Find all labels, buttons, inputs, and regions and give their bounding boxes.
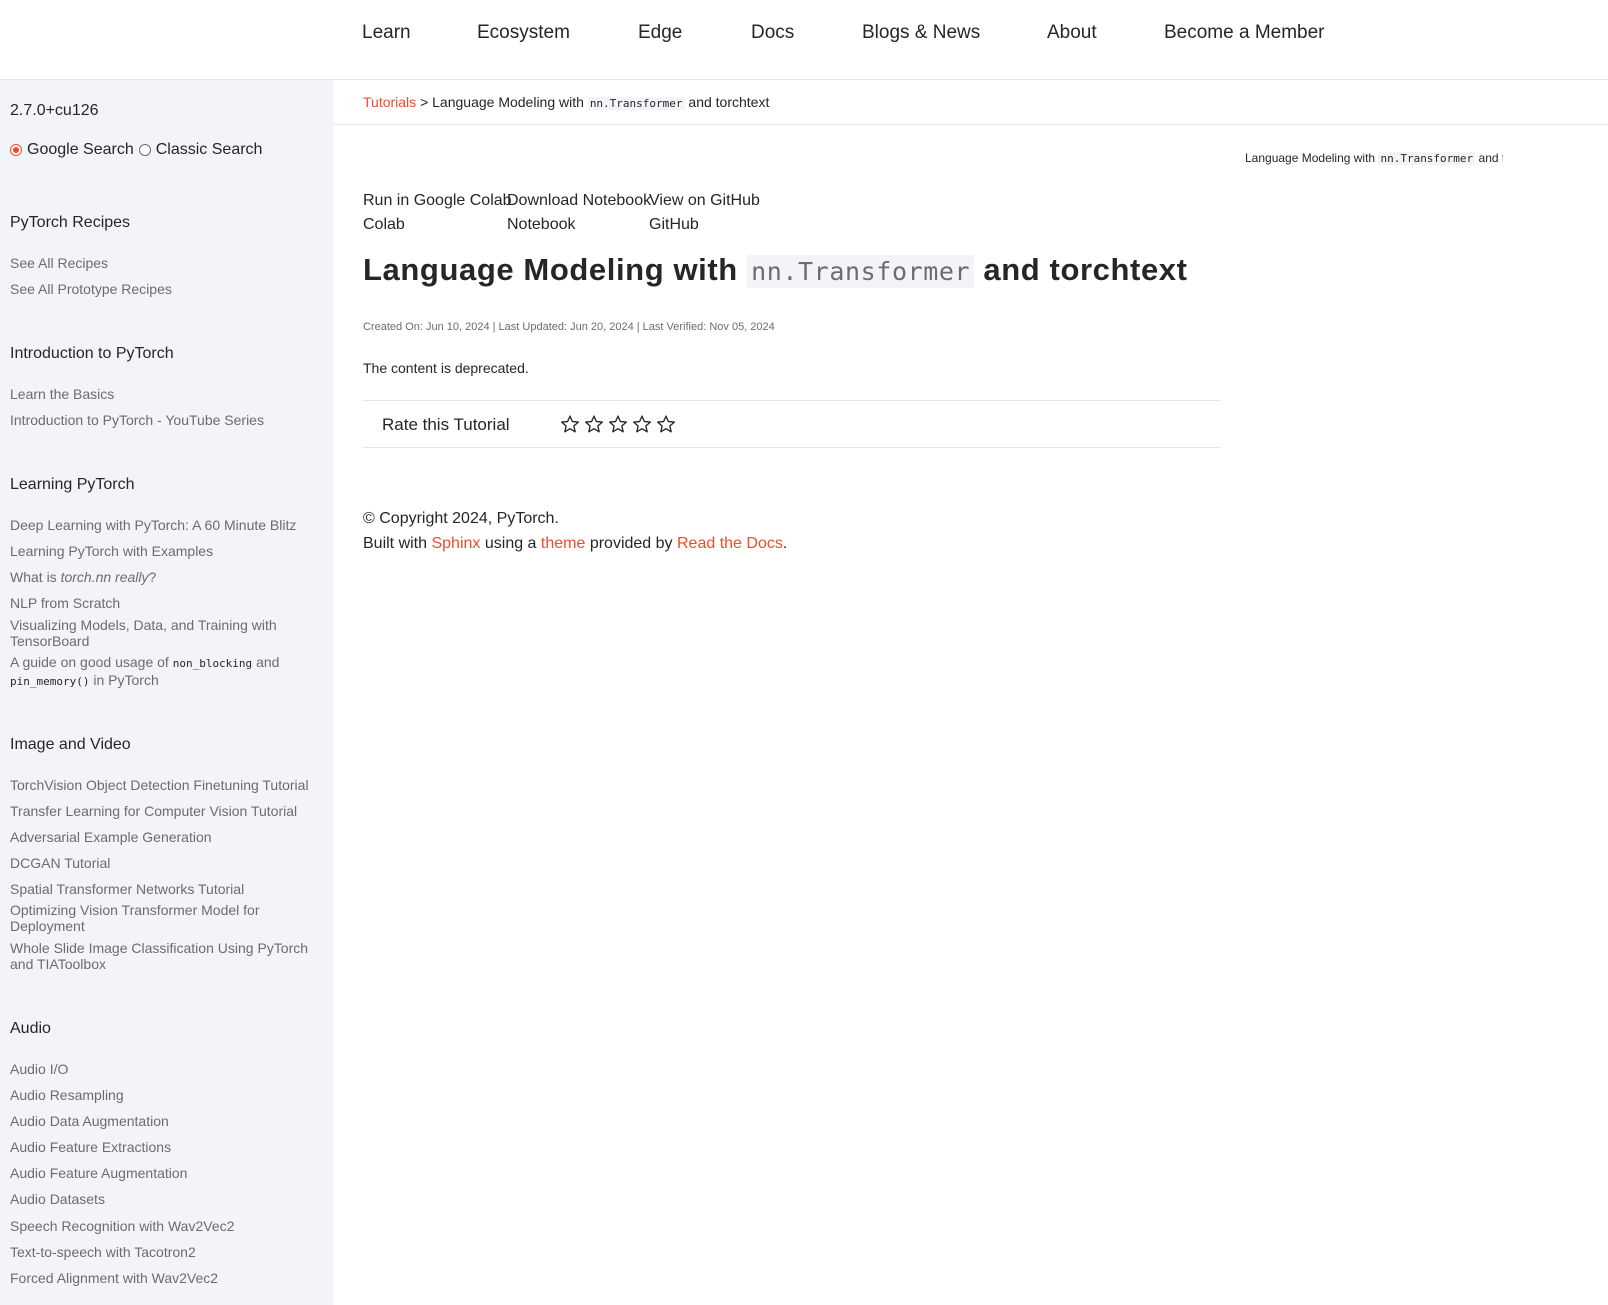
sidebar-item-torch-nn-really[interactable]: What is torch.nn really? (10, 569, 320, 585)
sidebar-item-tacotron2[interactable]: Text-to-speech with Tacotron2 (10, 1244, 320, 1260)
nav-docs[interactable]: Docs (751, 22, 794, 44)
footer: © Copyright 2024, PyTorch. Built with Sp… (363, 506, 787, 556)
built-with-line: Built with Sphinx using a theme provided… (363, 535, 788, 552)
sidebar-item-audio-io[interactable]: Audio I/O (10, 1061, 320, 1077)
page-toc[interactable]: Language Modeling with nn.Transformer an… (1245, 151, 1503, 165)
sidebar: 2.7.0+cu126 Google Search Classic Search… (0, 80, 333, 1305)
sidebar-item-non-blocking-guide[interactable]: A guide on good usage of non_blocking an… (10, 654, 320, 690)
sidebar-item-wav2vec2-asr[interactable]: Speech Recognition with Wav2Vec2 (10, 1218, 320, 1234)
view-on-github-link[interactable]: View on GitHub GitHub (649, 192, 760, 233)
sidebar-item-60-min-blitz[interactable]: Deep Learning with PyTorch: A 60 Minute … (10, 517, 320, 533)
sidebar-item-audio-feature-extractions[interactable]: Audio Feature Extractions (10, 1139, 320, 1155)
classic-search-label[interactable]: Classic Search (156, 141, 263, 159)
section-title-audio: Audio (10, 1020, 51, 1037)
sidebar-item-transfer-learning[interactable]: Transfer Learning for Computer Vision Tu… (10, 803, 320, 819)
star-icon[interactable] (656, 414, 676, 434)
nav-become-member[interactable]: Become a Member (1164, 22, 1325, 44)
sidebar-item-whole-slide[interactable]: Whole Slide Image Classification Using P… (10, 940, 320, 972)
rating-box: Rate this Tutorial (363, 400, 1220, 448)
sidebar-item-intro-youtube[interactable]: Introduction to PyTorch - YouTube Series (10, 412, 320, 428)
breadcrumb: Tutorials > Language Modeling with nn.Tr… (333, 80, 1608, 125)
sidebar-item-tensorboard[interactable]: Visualizing Models, Data, and Training w… (10, 617, 320, 649)
breadcrumb-current-pre: Language Modeling with (432, 94, 584, 110)
nav-blogs-news[interactable]: Blogs & News (862, 22, 980, 44)
section-title-recipes: PyTorch Recipes (10, 214, 131, 231)
google-search-label[interactable]: Google Search (27, 141, 134, 159)
page-dates: Created On: Jun 10, 2024 | Last Updated:… (363, 321, 775, 333)
download-notebook-link[interactable]: Download Notebook Notebook (507, 192, 651, 233)
star-icon[interactable] (584, 414, 604, 434)
sphinx-link[interactable]: Sphinx (431, 535, 480, 552)
nav-ecosystem[interactable]: Ecosystem (477, 22, 570, 44)
top-navigation: Learn Ecosystem Edge Docs Blogs & News A… (0, 0, 1608, 80)
sidebar-item-audio-resampling[interactable]: Audio Resampling (10, 1087, 320, 1103)
star-icon[interactable] (560, 414, 580, 434)
sidebar-item-vit-deployment[interactable]: Optimizing Vision Transformer Model for … (10, 902, 320, 934)
breadcrumb-current-code: nn.Transformer (587, 97, 685, 110)
sidebar-item-see-all-prototype-recipes[interactable]: See All Prototype Recipes (10, 281, 320, 297)
search-mode-selector: Google Search Classic Search (10, 141, 262, 159)
sidebar-item-audio-datasets[interactable]: Audio Datasets (10, 1191, 320, 1207)
nav-learn[interactable]: Learn (362, 22, 411, 44)
sidebar-item-adversarial[interactable]: Adversarial Example Generation (10, 829, 320, 845)
copyright-text: © Copyright 2024, PyTorch. (363, 510, 559, 527)
sidebar-item-dcgan[interactable]: DCGAN Tutorial (10, 855, 320, 871)
sidebar-item-pytorch-examples[interactable]: Learning PyTorch with Examples (10, 543, 320, 559)
star-rating (560, 414, 676, 434)
page-title: Language Modeling with nn.Transformer an… (363, 252, 1188, 288)
sidebar-item-spatial-transformer[interactable]: Spatial Transformer Networks Tutorial (10, 881, 320, 897)
rating-label: Rate this Tutorial (382, 415, 510, 434)
section-title-intro: Introduction to PyTorch (10, 345, 174, 362)
nav-edge[interactable]: Edge (638, 22, 682, 44)
section-title-image-video: Image and Video (10, 736, 131, 753)
sidebar-item-audio-augmentation[interactable]: Audio Data Augmentation (10, 1113, 320, 1129)
classic-search-radio[interactable] (138, 144, 151, 156)
sidebar-item-object-detection[interactable]: TorchVision Object Detection Finetuning … (10, 777, 320, 793)
breadcrumb-tutorials-link[interactable]: Tutorials (363, 94, 416, 110)
nav-about[interactable]: About (1047, 22, 1097, 44)
version-label[interactable]: 2.7.0+cu126 (10, 102, 99, 120)
deprecation-notice: The content is deprecated. (363, 360, 529, 376)
google-search-radio[interactable] (10, 144, 22, 156)
sidebar-item-learn-basics[interactable]: Learn the Basics (10, 386, 320, 402)
star-icon[interactable] (608, 414, 628, 434)
breadcrumb-separator: > (420, 94, 429, 110)
theme-link[interactable]: theme (541, 535, 585, 552)
sidebar-item-audio-feature-augmentation[interactable]: Audio Feature Augmentation (10, 1165, 320, 1181)
star-icon[interactable] (632, 414, 652, 434)
breadcrumb-current-post: and torchtext (688, 94, 770, 110)
read-the-docs-link[interactable]: Read the Docs (677, 535, 783, 552)
sidebar-item-see-all-recipes[interactable]: See All Recipes (10, 255, 320, 271)
run-in-colab-link[interactable]: Run in Google Colab Colab (363, 192, 512, 233)
sidebar-item-forced-alignment[interactable]: Forced Alignment with Wav2Vec2 (10, 1270, 320, 1286)
section-title-learning: Learning PyTorch (10, 476, 135, 493)
sidebar-item-nlp-from-scratch[interactable]: NLP from Scratch (10, 595, 320, 611)
